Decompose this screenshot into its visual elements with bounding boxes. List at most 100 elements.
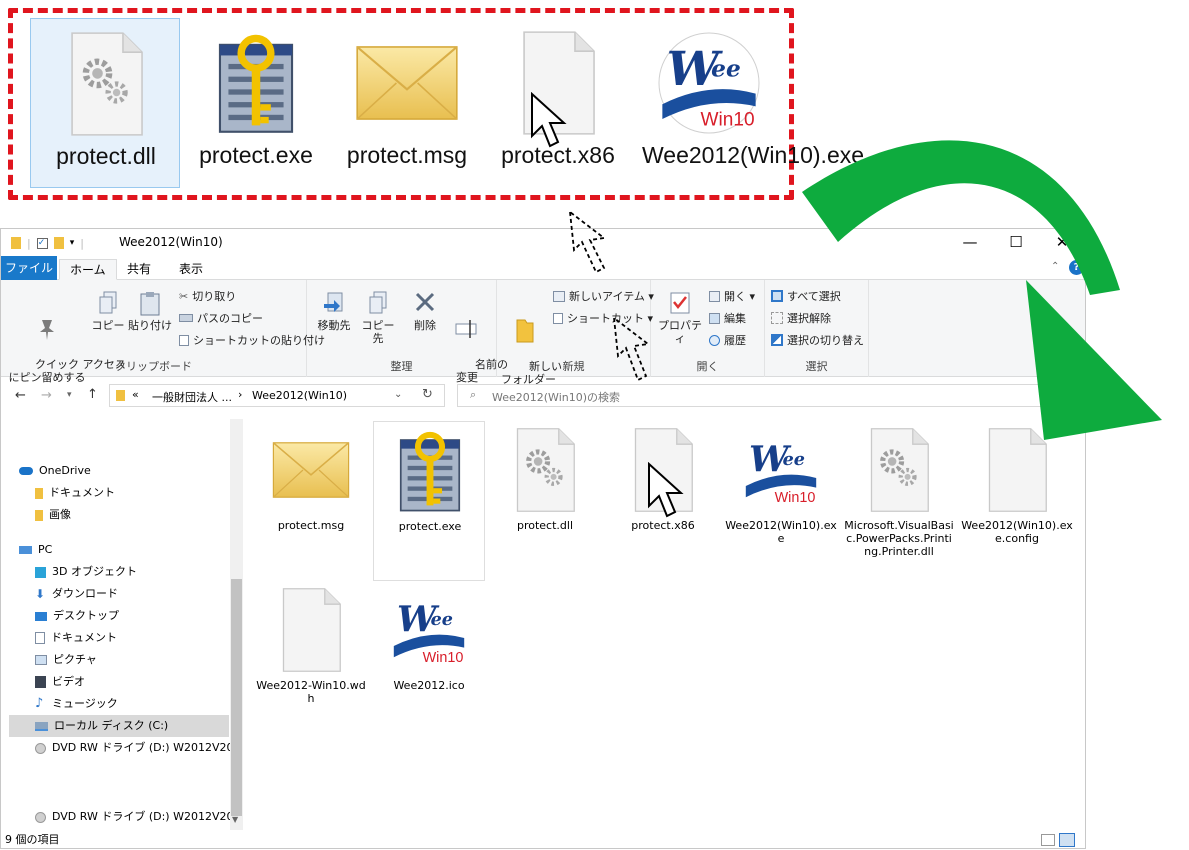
file-item[interactable]: Wee2012-Win10.wdh [255,581,367,741]
history-icon [709,334,720,346]
refresh-icon[interactable]: ↻ [422,387,433,402]
folder-icon[interactable] [53,237,64,249]
checkbox-icon[interactable]: ✓ [36,237,48,249]
file-item[interactable]: protect.exe [373,421,485,581]
properties-button[interactable]: プロパティ [655,290,705,345]
delete-button[interactable]: 削除 [407,290,443,332]
nav-item-images[interactable]: 画像 [35,504,71,526]
group-select: すべて選択 選択解除 選択の切り替え 選択 [765,280,869,377]
maximize-button[interactable]: ☐ [993,229,1039,256]
cut-button[interactable]: ✂ 切り取り [179,288,236,304]
nav-item-dvd-drive[interactable]: DVD RW ドライブ (D:) W2012V200 [35,737,240,759]
file-label: Wee2012(Win10).exe [725,519,837,545]
new-item-button[interactable]: 新しいアイテム ▾ [553,288,654,304]
history-button[interactable]: 履歴 [709,332,746,348]
move-to-button[interactable]: 移動先 [315,290,353,332]
copy-to-button[interactable]: コピー先 [357,290,399,345]
invert-selection-button[interactable]: 選択の切り替え [771,332,864,348]
top-item-label: protect.exe [199,142,313,168]
file-item[interactable]: protect.msg [255,421,367,581]
chevron-down-icon[interactable]: ▾ [70,238,75,248]
top-item-protect-dll[interactable]: protect.dll [30,18,180,188]
music-note-icon: ♪ [35,696,44,711]
breadcrumb-parent[interactable]: 一般財団法人 ... [152,389,232,405]
details-view-icon[interactable] [1041,834,1055,846]
open-label: 開く ▾ [724,290,756,303]
top-item-protect-exe[interactable]: protect.exe [181,18,331,188]
recent-chevron-icon[interactable]: ▾ [67,390,72,400]
forward-arrow-icon[interactable]: → [41,388,52,403]
blank-file-icon [505,30,611,136]
nav-item-label: ドキュメント [49,486,115,499]
chevron-up-icon[interactable]: ⌃ [1051,261,1059,272]
invert-selection-icon [771,334,783,346]
up-arrow-icon[interactable]: ↑ [87,387,98,402]
select-none-button[interactable]: 選択解除 [771,310,831,326]
edit-button[interactable]: 編集 [709,310,746,326]
nav-item-music[interactable]: ♪ ミュージック [35,693,118,715]
nav-item-documents[interactable]: ドキュメント [35,482,115,504]
file-item[interactable]: protect.x86 [607,421,719,581]
tab-share[interactable]: 共有 [117,259,161,280]
pc-icon [19,546,32,554]
address-bar[interactable]: « 一般財団法人 ... › Wee2012(Win10) ⌄ ↻ [109,384,445,407]
nav-item-desktop[interactable]: デスクトップ [35,605,119,627]
top-item-label: protect.msg [346,142,468,168]
file-label: protect.msg [277,519,345,532]
help-icon[interactable]: ? [1069,260,1084,275]
nav-item-3d-objects[interactable]: 3D オブジェクト [35,561,137,583]
desktop-icon [35,611,47,621]
nav-scrollbar[interactable] [230,419,243,830]
invert-selection-label: 選択の切り替え [787,334,864,347]
nav-item-label: ピクチャ [53,653,97,666]
nav-item-dvd-drive-root[interactable]: DVD RW ドライブ (D:) W2012V200 [35,806,240,828]
file-label: Microsoft.VisualBasic.PowerPacks.Printin… [844,519,954,558]
nav-item-onedrive[interactable]: OneDrive [19,460,91,482]
copy-button[interactable]: コピー [91,290,125,332]
wee-logo-icon [741,427,821,513]
copy-path-button[interactable]: パスのコピー [179,310,263,326]
paste-label: 貼り付け [128,319,172,332]
nav-item-documents-pc[interactable]: ドキュメント [35,627,117,649]
paste-button[interactable]: 貼り付け [127,290,173,332]
file-item[interactable]: protect.dll [489,421,601,581]
back-arrow-icon[interactable]: ← [15,388,26,403]
folder-icon [11,237,21,249]
file-item[interactable]: Wee2012(Win10).exe.config [961,421,1073,581]
quick-access-toolbar: | ✓ ▾ | [11,235,84,251]
file-item[interactable]: Wee2012(Win10).exe [725,421,837,581]
close-button[interactable]: ✕ [1039,229,1085,256]
search-box[interactable]: ⌕ Wee2012(Win10)の検索 [457,384,1085,407]
breadcrumb-current[interactable]: Wee2012(Win10) [252,389,347,402]
file-item[interactable]: Wee2012.ico [373,581,485,741]
breadcrumb-overflow[interactable]: « [132,388,139,401]
file-item[interactable]: Microsoft.VisualBasic.PowerPacks.Printin… [843,421,955,581]
cube-icon [35,566,46,578]
shortcut-button[interactable]: ショートカット ▾ [553,310,653,326]
title-bar: | ✓ ▾ | Wee2012(Win10) — ☐ ✕ [1,229,1085,256]
tab-view[interactable]: 表示 [169,259,213,280]
new-item-label: 新しいアイテム ▾ [569,290,654,303]
top-item-wee-exe[interactable]: Wee2012(Win10).exe [634,18,864,188]
top-item-protect-msg[interactable]: protect.msg [332,18,482,188]
top-item-protect-x86[interactable]: protect.x86 [483,18,633,188]
tab-home[interactable]: ホーム [59,259,117,280]
select-all-button[interactable]: すべて選択 [771,288,841,304]
address-dropdown-icon[interactable]: ⌄ [394,389,402,400]
tab-file[interactable]: ファイル [1,256,57,280]
paste-shortcut-button[interactable]: ショートカットの貼り付け [179,332,325,348]
large-icons-view-icon[interactable] [1059,833,1075,847]
nav-item-downloads[interactable]: ⬇ ダウンロード [35,583,118,605]
scroll-down-icon[interactable]: ▼ [232,815,238,824]
minimize-button[interactable]: — [947,229,993,256]
key-app-icon [203,30,309,136]
nav-scrollbar-thumb[interactable] [231,579,242,816]
select-all-label: すべて選択 [787,290,841,303]
nav-item-pc[interactable]: PC [19,539,52,561]
copy-to-label: コピー先 [361,319,395,345]
nav-item-local-disk[interactable]: ローカル ディスク (C:) [9,715,229,737]
open-button[interactable]: 開く ▾ [709,288,755,304]
nav-item-videos[interactable]: ビデオ [35,671,85,693]
folder-icon [35,487,43,499]
nav-item-pictures[interactable]: ピクチャ [35,649,97,671]
